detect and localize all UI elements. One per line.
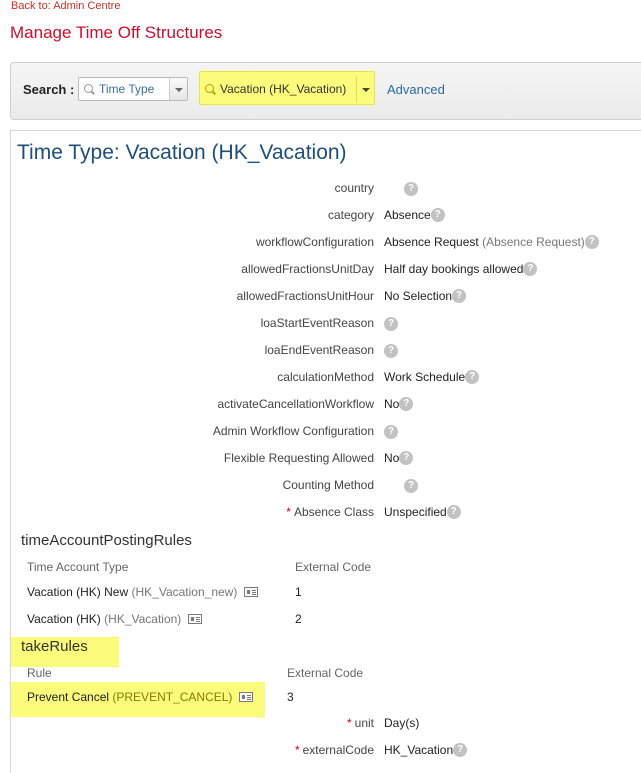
help-icon[interactable]: ? <box>465 369 480 384</box>
detail-title: Time Type: Vacation (HK_Vacation) <box>17 141 347 164</box>
help-icon[interactable]: ? <box>399 396 414 411</box>
field-row: Flexible Requesting Allowed No? <box>11 450 641 471</box>
field-label-text: Absence Class <box>293 505 374 519</box>
table-row[interactable]: Prevent Cancel (PREVENT_CANCEL) <box>27 690 253 704</box>
posting-rules-title: timeAccountPostingRules <box>21 532 192 549</box>
field-label: Admin Workflow Configuration <box>212 424 374 438</box>
help-icon[interactable]: ? <box>404 479 418 493</box>
help-icon[interactable]: ? <box>453 742 468 757</box>
field-value: Absence <box>384 208 431 222</box>
field-value: No <box>384 451 400 465</box>
object-search-value: Vacation (HK_Vacation) <box>220 82 347 96</box>
row-external-code: 3 <box>287 690 294 704</box>
field-label-text: externalCode <box>302 743 374 757</box>
column-header-external-code: External Code <box>295 560 372 574</box>
details-card-icon[interactable] <box>238 691 253 702</box>
field-label: Counting Method <box>282 478 374 492</box>
field-label: workflowConfiguration <box>255 235 374 249</box>
field-label: calculationMethod <box>277 370 374 384</box>
field-row: * externalCode HK_Vacation? <box>11 742 641 763</box>
field-label: country <box>334 181 374 195</box>
field-row: allowedFractionsUnitDay Half day booking… <box>11 261 641 282</box>
field-label: Flexible Requesting Allowed <box>223 451 374 465</box>
help-icon[interactable]: ? <box>384 317 398 331</box>
field-value: Day(s) <box>384 716 420 730</box>
take-rules-title: takeRules <box>21 638 88 655</box>
column-header-rule: Rule <box>27 666 52 680</box>
field-label: * unit <box>347 716 374 730</box>
object-type-select[interactable]: Time Type <box>78 77 188 101</box>
search-panel: Search : Time Type Vacation (HK_Vacation… <box>10 62 641 120</box>
field-row: activateCancellationWorkflow No? <box>11 396 641 417</box>
help-icon[interactable]: ? <box>584 234 599 249</box>
field-row: loaEndEventReason ? <box>11 343 641 363</box>
required-mark: * <box>286 505 291 519</box>
row-code: (PREVENT_CANCEL) <box>112 690 233 704</box>
field-label: * Absence Class <box>286 505 374 519</box>
row-code: (HK_Vacation) <box>104 612 182 626</box>
field-value: Work Schedule <box>384 370 466 384</box>
field-label: activateCancellationWorkflow <box>217 397 374 411</box>
help-icon[interactable]: ? <box>384 425 398 439</box>
row-name: Prevent Cancel <box>27 690 110 704</box>
field-label: * externalCode <box>295 743 374 757</box>
table-row[interactable]: Vacation (HK) New (HK_Vacation_new) <box>27 585 258 599</box>
row-name: Vacation (HK) <box>27 612 101 626</box>
help-icon[interactable]: ? <box>446 504 461 519</box>
row-external-code: 2 <box>295 612 302 626</box>
row-code: (HK_Vacation_new) <box>131 585 238 599</box>
field-label: allowedFractionsUnitDay <box>241 262 374 276</box>
required-mark: * <box>294 743 300 757</box>
required-mark: * <box>346 716 352 730</box>
search-icon <box>205 84 214 93</box>
field-row: allowedFractionsUnitHour No Selection? <box>11 288 641 309</box>
field-row: * Absence Class Unspecified? <box>11 504 641 525</box>
field-label: allowedFractionsUnitHour <box>236 289 374 303</box>
field-value: Unspecified <box>384 505 447 519</box>
chevron-down-icon[interactable] <box>169 78 187 100</box>
field-row: * unit Day(s) <box>11 716 641 736</box>
help-icon[interactable]: ? <box>384 344 398 358</box>
back-to-admin-centre-link[interactable]: Back to: Admin Centre <box>11 0 120 12</box>
search-label: Search : <box>23 82 75 97</box>
advanced-search-link[interactable]: Advanced <box>387 82 445 97</box>
field-value: No <box>384 397 400 411</box>
time-type-detail-panel: Time Type: Vacation (HK_Vacation) countr… <box>10 130 641 773</box>
object-type-value: Time Type <box>99 82 155 96</box>
field-row: Admin Workflow Configuration ? <box>11 424 641 444</box>
field-value: HK_Vacation <box>384 743 454 757</box>
field-label: loaStartEventReason <box>260 316 374 330</box>
field-row: Counting Method ? <box>11 478 641 498</box>
help-icon[interactable]: ? <box>452 288 467 303</box>
search-icon <box>84 84 93 93</box>
field-row: category Absence? <box>11 207 641 228</box>
row-external-code: 1 <box>295 585 302 599</box>
details-card-icon[interactable] <box>243 586 258 597</box>
help-icon[interactable]: ? <box>404 182 418 196</box>
row-name: Vacation (HK) New <box>27 585 129 599</box>
column-header-time-account-type: Time Account Type <box>27 560 129 574</box>
field-label-text: unit <box>354 716 374 730</box>
field-value-code: (Absence Request) <box>482 235 585 249</box>
details-card-icon[interactable] <box>187 613 202 624</box>
help-icon[interactable]: ? <box>430 207 445 222</box>
field-row: workflowConfiguration Absence Request (A… <box>11 234 641 255</box>
page-title: Manage Time Off Structures <box>10 23 223 42</box>
field-value: Half day bookings allowed <box>384 262 524 276</box>
field-row: country ? <box>11 181 641 201</box>
column-header-external-code: External Code <box>287 666 364 680</box>
field-row: calculationMethod Work Schedule? <box>11 369 641 390</box>
field-value: Absence Request <box>384 235 479 249</box>
object-search-select[interactable]: Vacation (HK_Vacation) <box>199 71 375 105</box>
chevron-down-icon[interactable] <box>356 76 374 102</box>
table-row[interactable]: Vacation (HK) (HK_Vacation) <box>27 612 202 626</box>
help-icon[interactable]: ? <box>523 261 538 276</box>
field-label: category <box>327 208 374 222</box>
field-row: loaStartEventReason ? <box>11 316 641 336</box>
field-label: loaEndEventReason <box>264 343 374 357</box>
help-icon[interactable]: ? <box>399 450 414 465</box>
field-value: No Selection <box>384 289 453 303</box>
